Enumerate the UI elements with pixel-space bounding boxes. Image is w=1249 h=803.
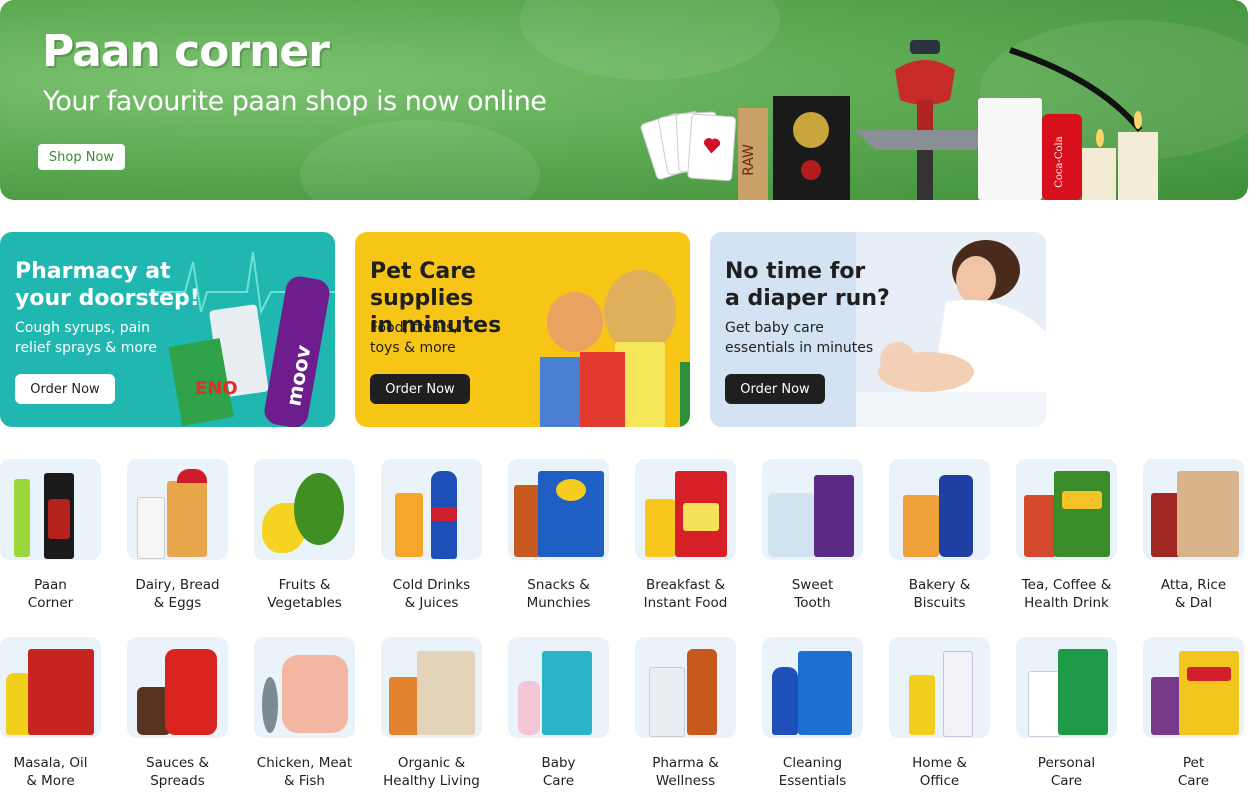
category-organic-healthy-living[interactable]: Organic & Healthy Living bbox=[381, 637, 501, 790]
category-image bbox=[1016, 459, 1117, 560]
category-image bbox=[889, 459, 990, 560]
category-cold-drinks-juices[interactable]: Cold Drinks & Juices bbox=[381, 459, 501, 612]
category-tea-coffee-health-drink[interactable]: Tea, Coffee & Health Drink bbox=[1016, 459, 1136, 612]
category-home-office[interactable]: Home & Office bbox=[889, 637, 1009, 790]
category-personal-care[interactable]: Personal Care bbox=[1016, 637, 1136, 790]
baby-care-promo-card[interactable]: No time for a diaper run? Get baby care … bbox=[710, 232, 1046, 427]
category-label: Atta, Rice & Dal bbox=[1160, 577, 1227, 611]
category-label: Pet Care bbox=[1177, 755, 1210, 789]
category-label: Cleaning Essentials bbox=[778, 755, 847, 789]
category-image bbox=[254, 459, 355, 560]
category-image bbox=[635, 459, 736, 560]
category-snacks-munchies[interactable]: Snacks & Munchies bbox=[508, 459, 628, 612]
category-label: Paan Corner bbox=[27, 577, 74, 611]
svg-text:Coca-Cola: Coca-Cola bbox=[1054, 136, 1065, 187]
paan-products-illustration: RAW Coca-Cola bbox=[640, 40, 1158, 200]
order-now-button[interactable]: Order Now bbox=[370, 374, 470, 404]
category-image bbox=[762, 459, 863, 560]
category-label: Sweet Tooth bbox=[791, 577, 834, 611]
category-image bbox=[381, 459, 482, 560]
category-baby-care[interactable]: Baby Care bbox=[508, 637, 628, 790]
category-paan-corner[interactable]: Paan Corner bbox=[0, 459, 120, 612]
category-image bbox=[1143, 459, 1244, 560]
promo-subtitle: Cough syrups, pain relief sprays & more bbox=[15, 320, 158, 356]
hero-title: Paan corner bbox=[42, 26, 330, 77]
category-fruits-vegetables[interactable]: Fruits & Vegetables bbox=[254, 459, 374, 612]
category-label: Organic & Healthy Living bbox=[383, 755, 480, 789]
category-label: Pharma & Wellness bbox=[652, 755, 719, 789]
category-label: Chicken, Meat & Fish bbox=[256, 755, 353, 789]
category-breakfast-instant-food[interactable]: Breakfast & Instant Food bbox=[635, 459, 755, 612]
category-label: Masala, Oil & More bbox=[13, 755, 88, 789]
promo-subtitle: Get baby care essentials in minutes bbox=[725, 320, 874, 356]
category-image bbox=[508, 459, 609, 560]
category-image bbox=[254, 637, 355, 738]
category-image bbox=[0, 459, 101, 560]
category-cleaning-essentials[interactable]: Cleaning Essentials bbox=[762, 637, 882, 790]
category-label: Dairy, Bread & Eggs bbox=[135, 577, 220, 611]
svg-text:ENO: ENO bbox=[195, 378, 238, 399]
category-pharma-wellness[interactable]: Pharma & Wellness bbox=[635, 637, 755, 790]
category-image bbox=[381, 637, 482, 738]
pharmacy-promo-card[interactable]: ENO moov Pharmacy at your doorstep! Coug… bbox=[0, 232, 335, 427]
order-now-button[interactable]: Order Now bbox=[725, 374, 825, 404]
svg-text:RAW: RAW bbox=[741, 144, 757, 176]
category-pet-care[interactable]: Pet Care bbox=[1143, 637, 1249, 790]
category-label: Bakery & Biscuits bbox=[908, 577, 971, 611]
category-image bbox=[1143, 637, 1244, 738]
category-dairy-bread-eggs[interactable]: Dairy, Bread & Eggs bbox=[127, 459, 247, 612]
category-label: Baby Care bbox=[541, 755, 576, 789]
category-chicken-meat-fish[interactable]: Chicken, Meat & Fish bbox=[254, 637, 374, 790]
category-masala-oil-more[interactable]: Masala, Oil & More bbox=[0, 637, 120, 790]
category-label: Tea, Coffee & Health Drink bbox=[1021, 577, 1112, 611]
category-image bbox=[1016, 637, 1117, 738]
shop-now-button[interactable]: Shop Now bbox=[38, 144, 125, 170]
hero-subtitle: Your favourite paan shop is now online bbox=[43, 86, 547, 117]
category-image bbox=[127, 637, 228, 738]
category-label: Breakfast & Instant Food bbox=[643, 577, 728, 611]
order-now-button[interactable]: Order Now bbox=[15, 374, 115, 404]
category-label: Home & Office bbox=[912, 755, 967, 789]
category-label: Sauces & Spreads bbox=[146, 755, 209, 789]
promo-title: Pharmacy at your doorstep! bbox=[15, 259, 200, 311]
category-sauces-spreads[interactable]: Sauces & Spreads bbox=[127, 637, 247, 790]
category-label: Snacks & Munchies bbox=[526, 577, 591, 611]
category-image bbox=[508, 637, 609, 738]
category-label: Personal Care bbox=[1037, 755, 1096, 789]
category-label: Fruits & Vegetables bbox=[267, 577, 342, 611]
category-image bbox=[127, 459, 228, 560]
paan-corner-banner[interactable]: Paan corner Your favourite paan shop is … bbox=[0, 0, 1248, 200]
category-image bbox=[762, 637, 863, 738]
category-image bbox=[635, 637, 736, 738]
promo-subtitle: Food, treats, toys & more bbox=[370, 320, 458, 356]
pet-care-promo-card[interactable]: Pet Care supplies in minutes Food, treat… bbox=[355, 232, 690, 427]
category-atta-rice-dal[interactable]: Atta, Rice & Dal bbox=[1143, 459, 1249, 612]
category-image bbox=[889, 637, 990, 738]
promo-title: No time for a diaper run? bbox=[725, 259, 890, 311]
category-bakery-biscuits[interactable]: Bakery & Biscuits bbox=[889, 459, 1009, 612]
category-sweet-tooth[interactable]: Sweet Tooth bbox=[762, 459, 882, 612]
category-label: Cold Drinks & Juices bbox=[392, 577, 471, 611]
category-image bbox=[0, 637, 101, 738]
